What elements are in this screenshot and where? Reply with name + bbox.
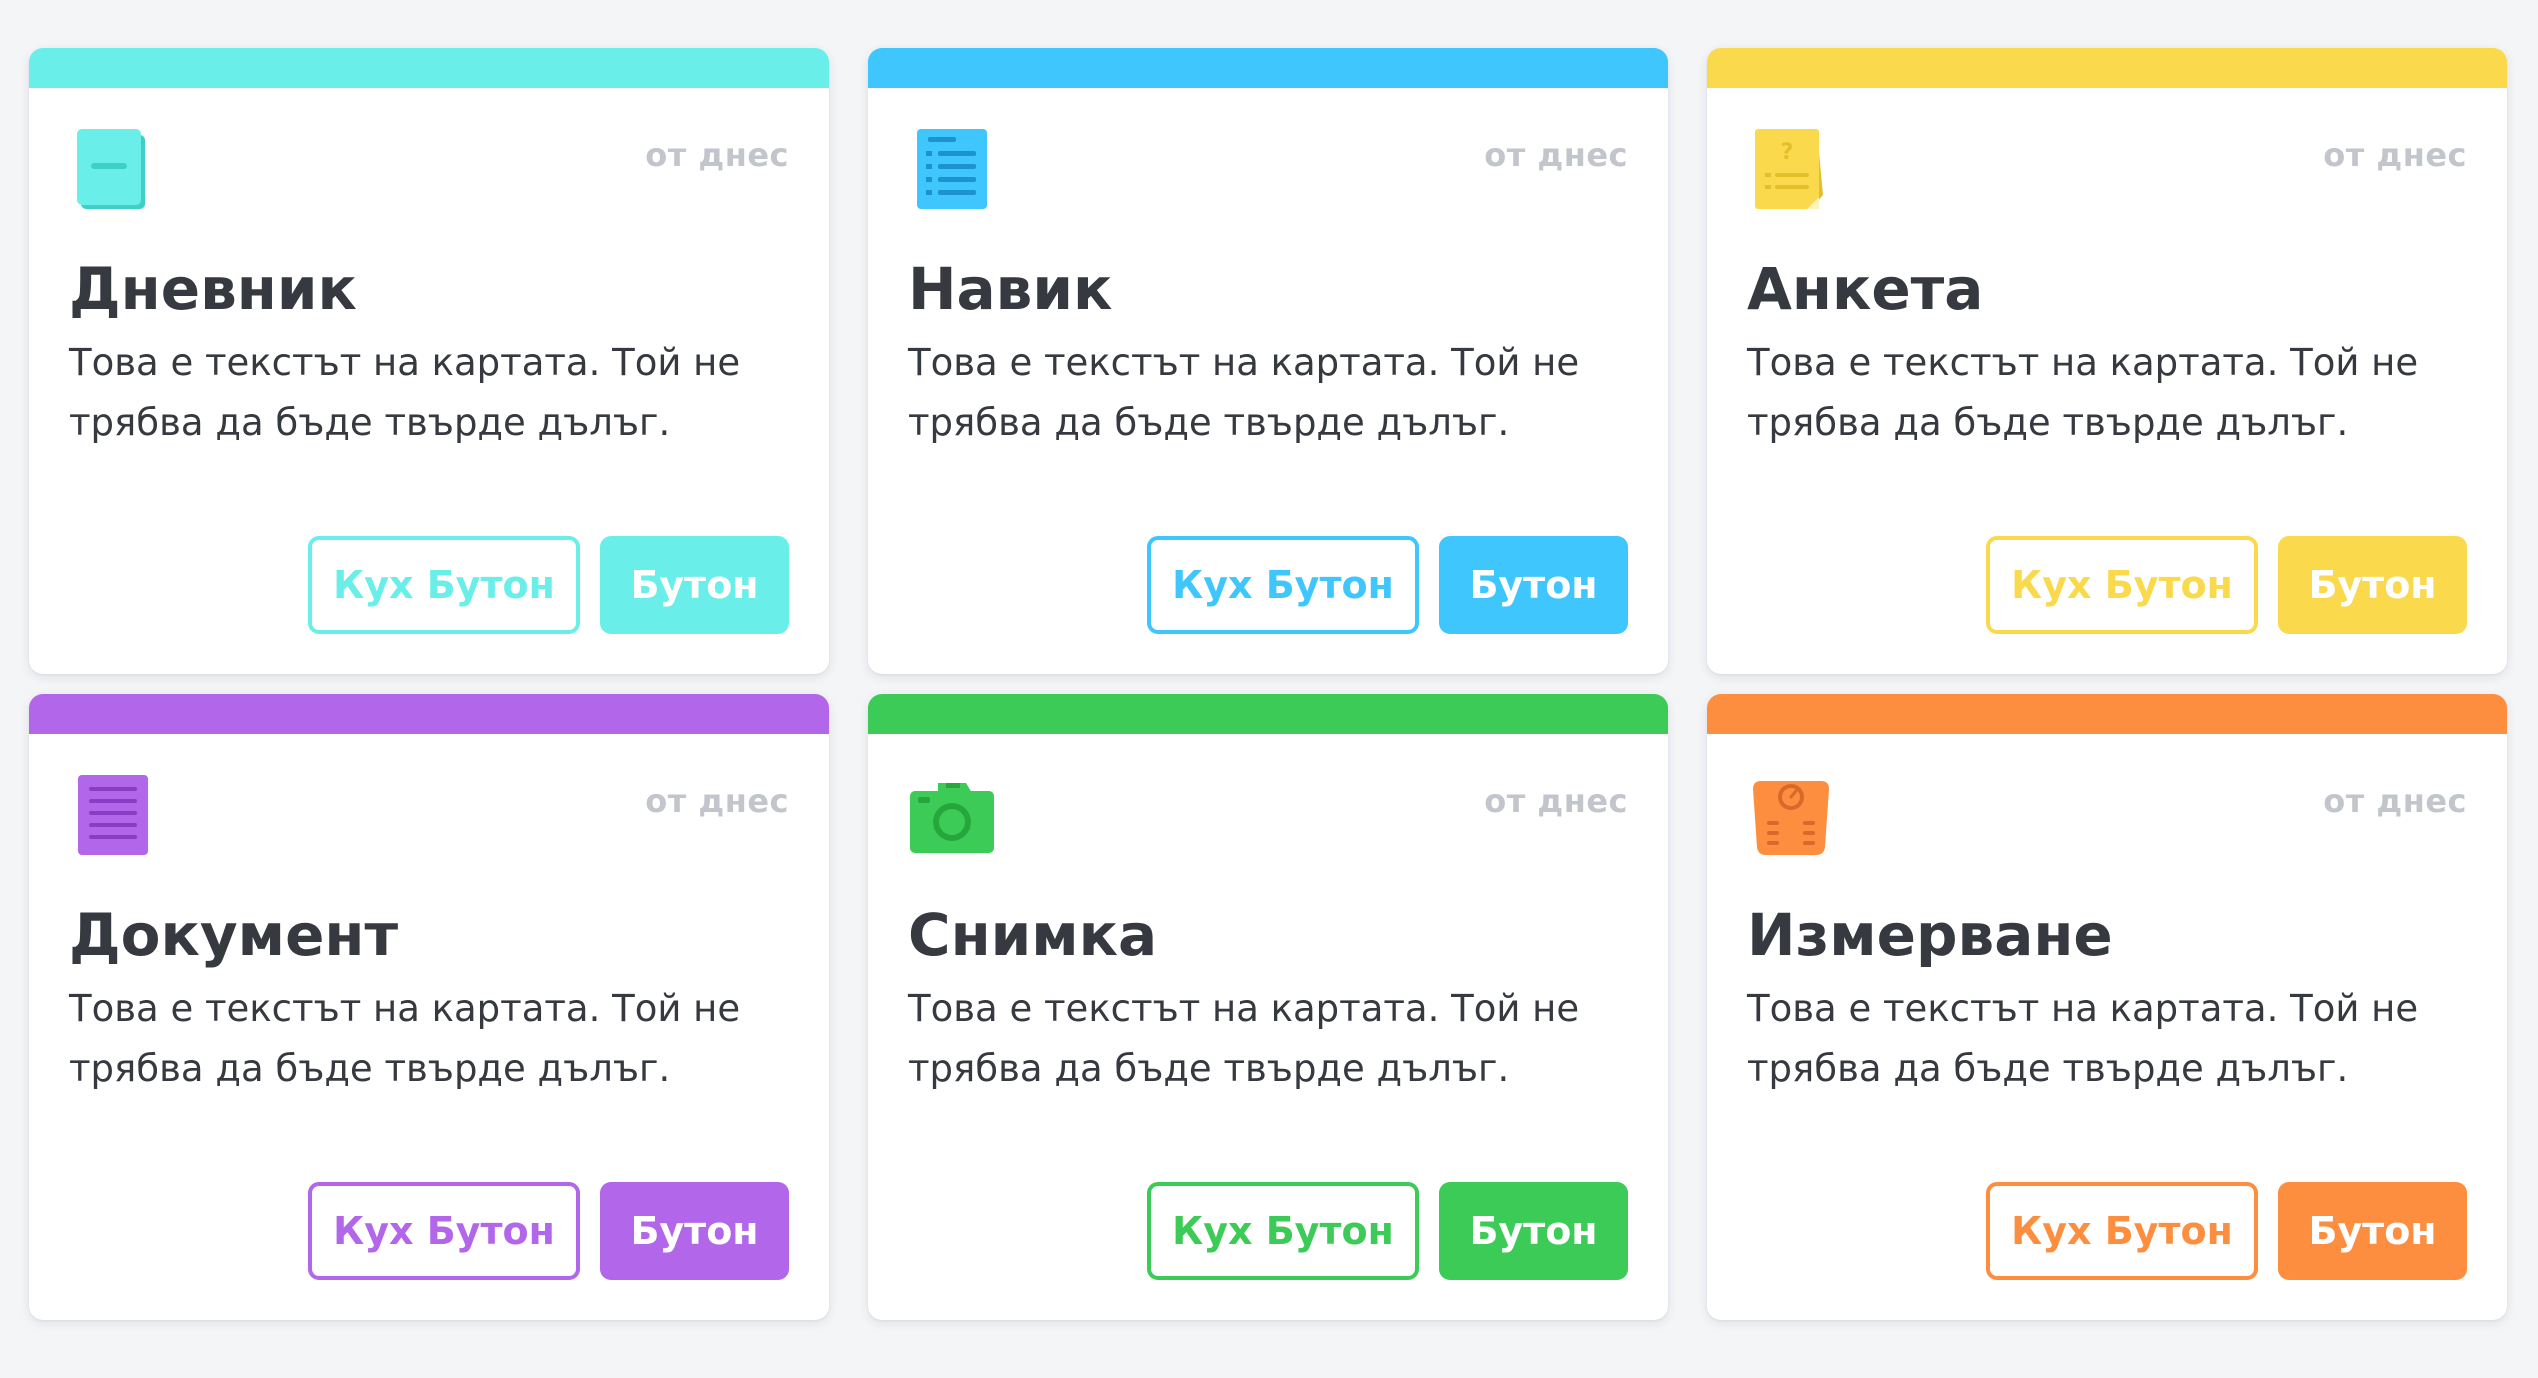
- outline-button[interactable]: Кух Бутон: [1986, 536, 2258, 634]
- card-document: от днес Документ Това е текстът на карта…: [29, 694, 829, 1320]
- card-date: от днес: [2323, 782, 2467, 820]
- card-text: Това е текстът на картата. Той не трябва…: [69, 987, 741, 1090]
- card-color-bar: [29, 48, 829, 88]
- card-diary: от днес Дневник Това е текстът на картат…: [29, 48, 829, 674]
- card-title: Документ: [69, 901, 399, 969]
- card-date: от днес: [2323, 136, 2467, 174]
- solid-button[interactable]: Бутон: [600, 1182, 789, 1280]
- card-title: Анкета: [1747, 255, 1984, 323]
- card-measurement: от днес Измерване Това е текстът на карт…: [1707, 694, 2507, 1320]
- card-title: Измерване: [1747, 901, 2113, 969]
- outline-button[interactable]: Кух Бутон: [308, 536, 580, 634]
- solid-button[interactable]: Бутон: [600, 536, 789, 634]
- card-text: Това е текстът на картата. Той не трябва…: [908, 341, 1580, 444]
- card-color-bar: [868, 48, 1668, 88]
- card-title: Дневник: [69, 255, 357, 323]
- book-icon: [69, 125, 157, 213]
- card-color-bar: [868, 694, 1668, 734]
- card-title: Навик: [908, 255, 1113, 323]
- outline-button[interactable]: Кух Бутон: [1147, 536, 1419, 634]
- card-date: от днес: [1484, 136, 1628, 174]
- checklist-icon: [908, 125, 996, 213]
- card-text: Това е текстът на картата. Той не трябва…: [1747, 341, 2419, 444]
- card-survey: ? от днес Анкета Това е текстът на карта…: [1707, 48, 2507, 674]
- survey-note-icon: ?: [1747, 125, 1835, 213]
- card-text: Това е текстът на картата. Той не трябва…: [1747, 987, 2419, 1090]
- card-text: Това е текстът на картата. Той не трябва…: [908, 987, 1580, 1090]
- solid-button[interactable]: Бутон: [2278, 536, 2467, 634]
- card-date: от днес: [645, 782, 789, 820]
- card-color-bar: [1707, 694, 2507, 734]
- card-color-bar: [29, 694, 829, 734]
- camera-icon: [908, 771, 996, 859]
- svg-text:?: ?: [1781, 140, 1794, 165]
- card-text: Това е текстът на картата. Той не трябва…: [69, 341, 741, 444]
- document-icon: [69, 771, 157, 859]
- solid-button[interactable]: Бутон: [1439, 536, 1628, 634]
- solid-button[interactable]: Бутон: [2278, 1182, 2467, 1280]
- outline-button[interactable]: Кух Бутон: [308, 1182, 580, 1280]
- card-habit: от днес Навик Това е текстът на картата.…: [868, 48, 1668, 674]
- card-grid: от днес Дневник Това е текстът на картат…: [29, 48, 2507, 1320]
- card-photo: от днес Снимка Това е текстът на картата…: [868, 694, 1668, 1320]
- outline-button[interactable]: Кух Бутон: [1147, 1182, 1419, 1280]
- card-date: от днес: [1484, 782, 1628, 820]
- scale-icon: [1747, 771, 1835, 859]
- card-date: от днес: [645, 136, 789, 174]
- solid-button[interactable]: Бутон: [1439, 1182, 1628, 1280]
- card-title: Снимка: [908, 901, 1158, 969]
- card-color-bar: [1707, 48, 2507, 88]
- outline-button[interactable]: Кух Бутон: [1986, 1182, 2258, 1280]
